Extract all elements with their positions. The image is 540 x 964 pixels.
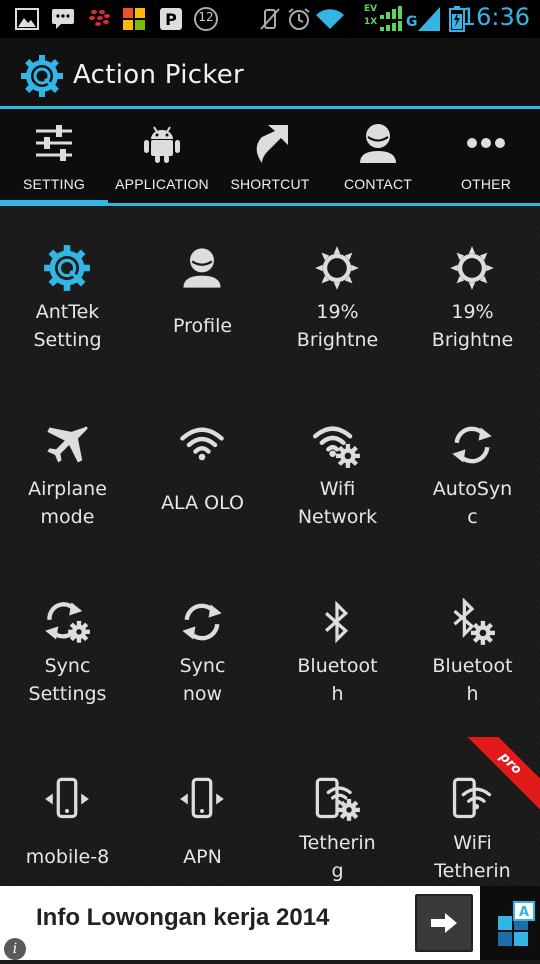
grid-item-wifi-tethering[interactable]: pro WiFi Tetherin	[405, 737, 540, 886]
ad-info-icon[interactable]: i	[4, 938, 26, 960]
tab-setting[interactable]: SETTING	[0, 109, 108, 206]
status-bar: P 12 EV 1X G 16:36	[0, 0, 540, 38]
ad-open-button[interactable]	[415, 894, 473, 952]
cell-signal-icon: G	[406, 6, 442, 32]
grid-item-wifi-network[interactable]: Wifi Network	[270, 383, 405, 560]
svg-text:P: P	[165, 10, 177, 29]
grid-item-label: WiFi Tetherin	[434, 832, 511, 882]
wifi-icon	[178, 421, 226, 469]
brightness-icon	[313, 244, 361, 292]
grid-item-label: APN	[183, 846, 222, 868]
sync-settings-icon	[43, 598, 91, 646]
grid-item-label: Bluetoot h	[297, 655, 378, 705]
grid-item-airplane-mode[interactable]: Airplane mode	[0, 383, 135, 560]
tab-application[interactable]: APPLICATION	[108, 109, 216, 206]
office-app-icon	[121, 6, 147, 32]
contact-person-icon	[356, 121, 400, 165]
grid-item-sync-settings[interactable]: Sync Settings	[0, 560, 135, 737]
tab-contact[interactable]: CONTACT	[324, 109, 432, 206]
grid-item-label: AntTek Setting	[33, 301, 102, 351]
grid-item-label: Tetherin g	[299, 832, 376, 882]
anttek-gear-icon	[43, 244, 91, 292]
status-time: 16:36	[460, 3, 530, 31]
airplane-icon	[43, 421, 91, 469]
pinterest-icon: P	[158, 6, 184, 32]
arrow-right-icon	[431, 913, 457, 933]
app-logo-gear-icon	[20, 54, 64, 98]
tab-other[interactable]: OTHER	[432, 109, 540, 206]
cdma-signal-icon: EV 1X	[362, 4, 406, 32]
ad-logo-icon: A	[498, 901, 535, 946]
blackberry-icon	[86, 6, 112, 32]
grid-item-anttek-setting[interactable]: AntTek Setting	[0, 206, 135, 383]
bluetooth-settings-icon	[448, 597, 496, 646]
gallery-icon	[14, 6, 40, 32]
grid-item-wifi-ala-olo[interactable]: ALA OLO	[135, 383, 270, 560]
grid-item-bluetooth-settings[interactable]: Bluetoot h	[405, 560, 540, 737]
wifi-signal-icon	[315, 6, 345, 32]
sync-icon	[448, 421, 496, 469]
grid-item-label: ALA OLO	[161, 492, 244, 514]
bluetooth-icon	[313, 598, 361, 646]
grid-item-label: 19% Brightne	[431, 301, 514, 351]
wifi-settings-icon	[313, 421, 361, 469]
grid-item-mobile-8[interactable]: mobile-8	[0, 737, 135, 886]
svg-text:A: A	[519, 905, 529, 920]
shortcut-arrow-icon	[248, 121, 292, 165]
grid-item-label: Bluetoot h	[432, 655, 513, 705]
ad-banner[interactable]: Info Lowongan kerja 2014 A i	[0, 886, 540, 960]
grid-item-profile[interactable]: Profile	[135, 206, 270, 383]
tab-label: CONTACT	[343, 176, 413, 192]
wifi-tethering-icon	[448, 775, 496, 823]
profile-icon	[178, 244, 226, 292]
sync-now-icon	[178, 598, 226, 646]
vibrate-off-icon	[258, 6, 282, 32]
grid-item-label: 19% Brightne	[296, 301, 379, 351]
tab-label: SHORTCUT	[230, 176, 310, 192]
notification-count: 12	[198, 10, 214, 24]
tethering-icon	[313, 775, 361, 823]
grid-item-label: mobile-8	[25, 846, 110, 868]
tab-bar: SETTING APPLICATION SHORTCUT CONTACT OTH…	[0, 109, 540, 206]
grid-item-apn[interactable]: APN	[135, 737, 270, 886]
grid-item-label: Airplane mode	[28, 478, 107, 528]
grid-item-autosync[interactable]: AutoSyn c	[405, 383, 540, 560]
grid-item-label: Sync now	[179, 655, 226, 705]
action-bar: Action Picker	[0, 38, 540, 108]
grid-item-label: Sync Settings	[28, 655, 107, 705]
tab-label: APPLICATION	[115, 176, 209, 192]
tab-label: OTHER	[461, 176, 511, 192]
tab-label: SETTING	[22, 176, 86, 192]
apn-icon	[178, 775, 226, 823]
mobile-data-icon	[43, 775, 91, 823]
android-icon	[140, 121, 184, 165]
ad-text: Info Lowongan kerja 2014	[36, 904, 330, 931]
grid-item-bluetooth[interactable]: Bluetoot h	[270, 560, 405, 737]
grid-item-label: Wifi Network	[297, 478, 378, 528]
notification-count-icon: 12	[193, 6, 219, 32]
ad-network-logo[interactable]: A	[480, 886, 540, 960]
grid-item-tethering[interactable]: Tetherin g	[270, 737, 405, 886]
tab-shortcut[interactable]: SHORTCUT	[216, 109, 324, 206]
grid-item-label: Profile	[172, 315, 233, 337]
sliders-icon	[32, 121, 76, 165]
alarm-icon	[286, 6, 312, 32]
grid-item-label: AutoSyn c	[432, 478, 513, 528]
chat-icon	[50, 6, 76, 32]
more-dots-icon	[464, 121, 508, 165]
action-grid: AntTek Setting Profile 19% Brightne 19% Bri…	[0, 206, 540, 886]
grid-item-brightness-1[interactable]: 19% Brightne	[270, 206, 405, 383]
grid-item-sync-now[interactable]: Sync now	[135, 560, 270, 737]
brightness-icon	[448, 244, 496, 292]
page-title: Action Picker	[73, 60, 245, 90]
grid-item-brightness-2[interactable]: 19% Brightne	[405, 206, 540, 383]
